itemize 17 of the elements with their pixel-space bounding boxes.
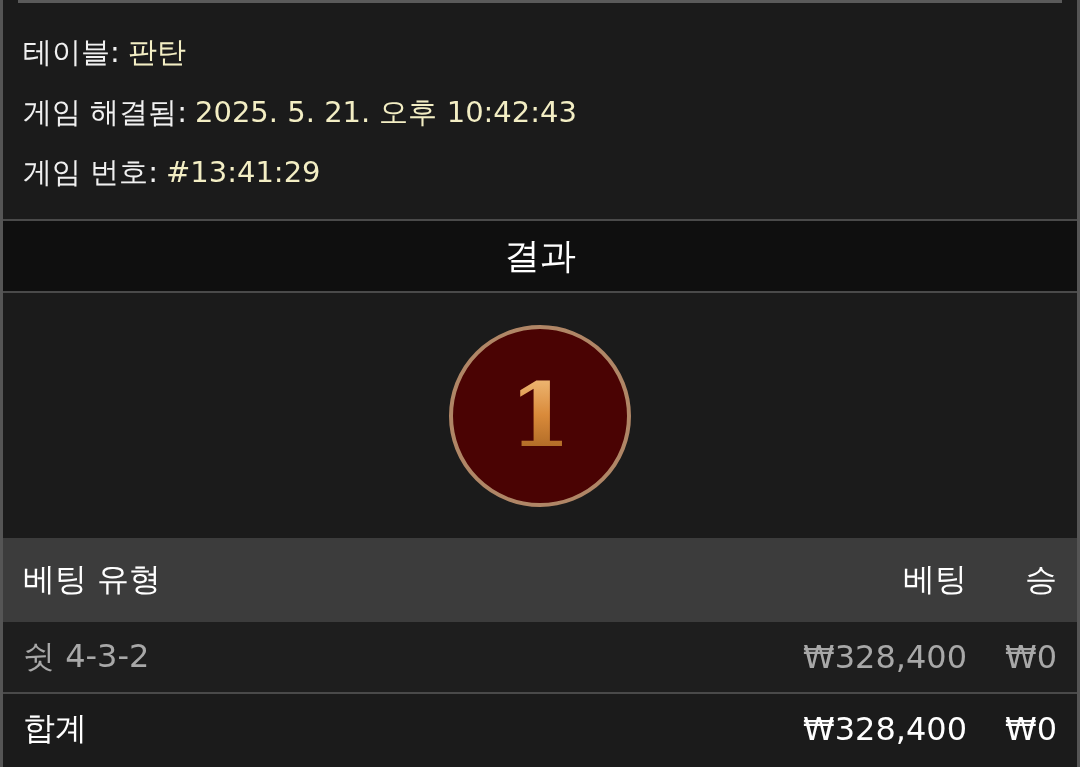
info-value: 2025. 5. 21. 오후 10:42:43 [195, 94, 577, 131]
info-label: 테이블: [23, 34, 120, 71]
section-title: 결과 [504, 233, 576, 278]
info-value: 판탄 [127, 34, 186, 71]
column-header: 베팅 [461, 538, 987, 622]
info-label: 게임 해결됨: [23, 94, 187, 131]
table-cell: ₩0 [987, 622, 1077, 693]
column-header: 베팅 유형 [3, 538, 462, 622]
result-ball: 1 [448, 323, 632, 508]
table-cell: ₩328,400 [461, 693, 987, 764]
table-cell: ₩0 [987, 693, 1077, 764]
table-cell: 합계 [3, 693, 462, 764]
info-value: #13:41:29 [166, 154, 321, 191]
table-cell: 쉿 4-3-2 [3, 622, 462, 693]
table-cell: ₩328,400 [461, 622, 987, 693]
info-label: 게임 번호: [23, 154, 158, 191]
column-header: 승 [987, 538, 1077, 622]
